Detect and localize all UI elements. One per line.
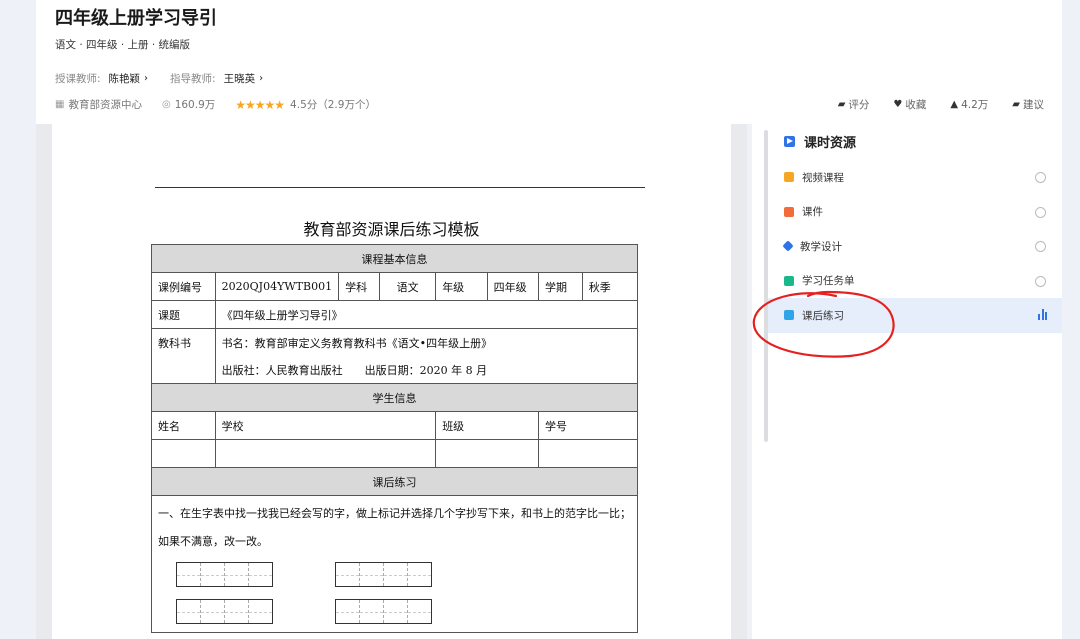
course-subtitle: 语文 · 四年级 · 上册 · 统编版 <box>55 39 191 51</box>
section-student-info: 学生信息 <box>151 383 638 412</box>
comment-icon: ▰ <box>837 99 846 110</box>
teacher-info: 授课教师: 陈艳颖 › 指导教师: 王晓英 › <box>55 71 285 86</box>
name-blank <box>151 439 216 468</box>
feedback-icon: ▰ <box>1012 99 1020 110</box>
guide-teacher-name: 王晓英 <box>223 73 256 85</box>
design-icon <box>782 240 794 252</box>
document-page: 教育部资源课后练习模板 课程基本信息 课例编号 2020QJ04YWTB001 … <box>52 124 731 639</box>
rating-text: 4.5分（2.9万个） <box>290 99 376 111</box>
exercise-1-text: 一、在生字表中找一找我已经会写的字，做上标记并选择几个字抄写下来，和书上的范字比… <box>158 507 631 548</box>
course-actions: ▰ 评分 ♥ 收藏 ▲ 4.2万 ▰ 建议 <box>814 97 1044 112</box>
building-icon: ▦ <box>55 99 65 110</box>
course-meta: ▦ 教育部资源中心 ◎ 160.9万 ★★★★★ 4.5分（2.9万个） <box>55 97 396 112</box>
id-blank <box>537 439 639 468</box>
school-blank <box>214 439 437 468</box>
writing-grid <box>176 562 273 587</box>
video-icon <box>784 172 794 183</box>
favorite-button[interactable]: ♥ 收藏 <box>893 97 926 112</box>
section-exercise: 课后练习 <box>151 467 638 496</box>
document-title: 教育部资源课后练习模板 <box>303 220 480 239</box>
resource-item-video[interactable]: 视频课程 <box>768 160 1062 195</box>
like-button[interactable]: ▲ 4.2万 <box>950 97 988 112</box>
lesson-resources-panel: 课时资源 视频课程 课件 教学设计 学习任务单 课后练习 <box>752 124 1062 639</box>
writing-grid <box>176 599 273 624</box>
header-rule <box>155 187 645 188</box>
resources-title: 课时资源 <box>784 132 856 151</box>
grade-value: 四年级 <box>486 272 539 301</box>
rating-stars-icon: ★★★★★ <box>235 97 285 112</box>
chevron-right-icon: › <box>259 73 264 84</box>
slides-icon <box>784 206 794 217</box>
topic-value: 《四年级上册学习导引》 <box>214 300 639 329</box>
source-label: 教育部资源中心 <box>68 99 142 111</box>
subject-value: 语文 <box>379 272 437 301</box>
status-circle-icon <box>1035 241 1046 252</box>
exercise-icon <box>784 310 794 321</box>
writing-grids <box>158 556 631 628</box>
resource-item-exercise[interactable]: 课后练习 <box>768 298 1062 333</box>
writing-grid <box>335 599 432 624</box>
status-circle-icon <box>1035 172 1046 183</box>
lesson-code: 2020QJ04YWTB001 <box>214 272 340 301</box>
term-value: 秋季 <box>581 272 639 301</box>
heart-icon: ♥ <box>893 99 903 110</box>
suggest-button[interactable]: ▰ 建议 <box>1012 97 1044 112</box>
guide-teacher-link[interactable]: 指导教师: 王晓英 › <box>170 71 263 86</box>
view-count: 160.9万 <box>174 99 216 111</box>
chevron-right-icon: › <box>144 73 149 84</box>
play-icon <box>784 136 795 147</box>
bar-chart-icon <box>1038 309 1047 320</box>
page-title: 四年级上册学习导引 <box>55 8 217 29</box>
exercise-form-table: 课程基本信息 课例编号 2020QJ04YWTB001 学科 语文 年级 四年级… <box>151 244 639 633</box>
writing-grid <box>335 562 432 587</box>
resource-item-slides[interactable]: 课件 <box>768 195 1062 230</box>
status-circle-icon <box>1035 206 1046 218</box>
rate-button[interactable]: ▰ 评分 <box>838 97 870 112</box>
section-basic-info: 课程基本信息 <box>151 244 638 273</box>
publisher-value: 出版社：人民教育出版社 出版日期：2020 年 8 月 <box>214 356 639 384</box>
task-icon <box>784 275 794 286</box>
course-header: 四年级上册学习导引 语文 · 四年级 · 上册 · 统编版 授课教师: 陈艳颖 … <box>36 0 1062 124</box>
thumbs-up-icon: ▲ <box>950 99 959 110</box>
class-blank <box>435 439 539 468</box>
eye-icon: ◎ <box>161 99 171 110</box>
resource-item-task[interactable]: 学习任务单 <box>768 264 1062 299</box>
teacher-name: 陈艳颖 <box>108 73 141 85</box>
status-circle-icon <box>1035 275 1046 287</box>
resource-item-design[interactable]: 教学设计 <box>768 229 1062 264</box>
teacher-link[interactable]: 授课教师: 陈艳颖 › <box>55 71 148 86</box>
exercise-cell: 一、在生字表中找一找我已经会写的字，做上标记并选择几个字抄写下来，和书上的范字比… <box>151 495 638 633</box>
resource-list: 视频课程 课件 教学设计 学习任务单 课后练习 <box>768 160 1062 333</box>
document-viewer[interactable]: 教育部资源课后练习模板 课程基本信息 课例编号 2020QJ04YWTB001 … <box>36 124 747 639</box>
textbook-value: 书名：教育部审定义务教育教科书《语文•四年级上册》 <box>214 328 639 356</box>
